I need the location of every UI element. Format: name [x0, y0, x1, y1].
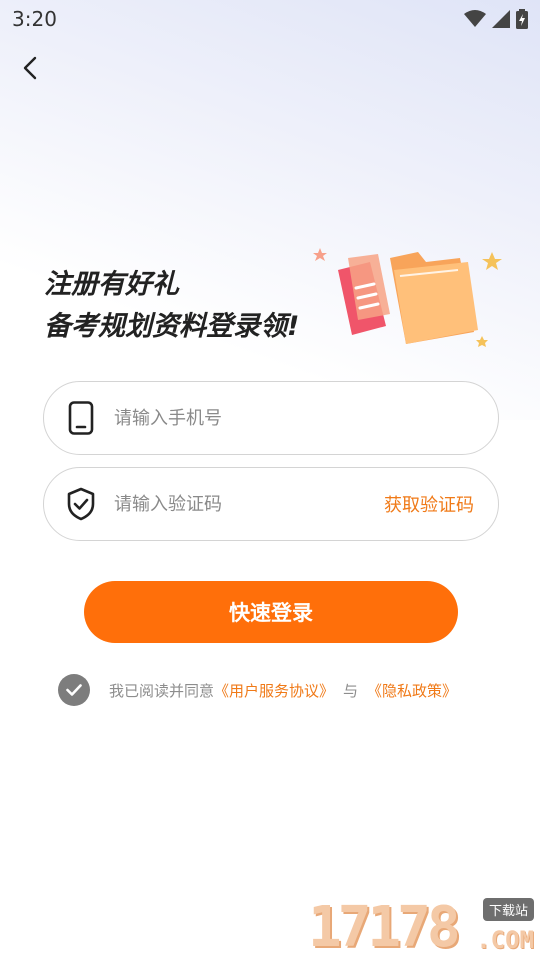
get-code-button[interactable]: 获取验证码 — [384, 491, 474, 517]
agreement-conjunction: 与 — [343, 681, 359, 700]
watermark-domain: .COM — [476, 926, 534, 954]
status-bar: 3:20 — [0, 0, 540, 38]
site-watermark: 17178 下载站 .COM — [308, 896, 534, 958]
watermark-tag: 下载站 — [482, 898, 534, 921]
header-background — [0, 0, 540, 420]
wifi-icon — [464, 10, 486, 27]
folder-illustration — [313, 248, 502, 347]
user-agreement-link[interactable]: 《用户服务协议》 — [214, 680, 334, 701]
headline-line-2: 备考规划资料登录领! — [44, 311, 300, 342]
agreement-row: 我已阅读并同意 《用户服务协议》 与 《隐私政策》 — [58, 674, 457, 706]
agreement-prefix: 我已阅读并同意 — [109, 681, 215, 700]
status-time: 3:20 — [12, 7, 57, 31]
headline-line-1: 注册有好礼 — [44, 269, 179, 300]
back-button[interactable] — [14, 52, 46, 84]
phone-input[interactable] — [114, 407, 476, 429]
agreement-checkbox[interactable] — [58, 674, 90, 706]
verification-code-field: 获取验证码 — [43, 467, 499, 541]
phone-icon — [66, 401, 96, 435]
battery-icon — [516, 9, 528, 29]
verification-code-input[interactable] — [114, 493, 384, 515]
privacy-policy-link[interactable]: 《隐私政策》 — [367, 680, 457, 701]
phone-field — [43, 381, 499, 455]
promo-headline: 注册有好礼 备考规划资料登录领! — [44, 264, 299, 348]
quick-login-button[interactable]: 快速登录 — [84, 581, 458, 643]
watermark-digits: 17178 — [308, 895, 461, 960]
back-arrow-icon — [23, 56, 37, 80]
signal-icon — [492, 10, 510, 28]
status-icons — [464, 9, 528, 29]
shield-check-icon — [66, 487, 96, 521]
checkmark-icon — [66, 684, 82, 696]
